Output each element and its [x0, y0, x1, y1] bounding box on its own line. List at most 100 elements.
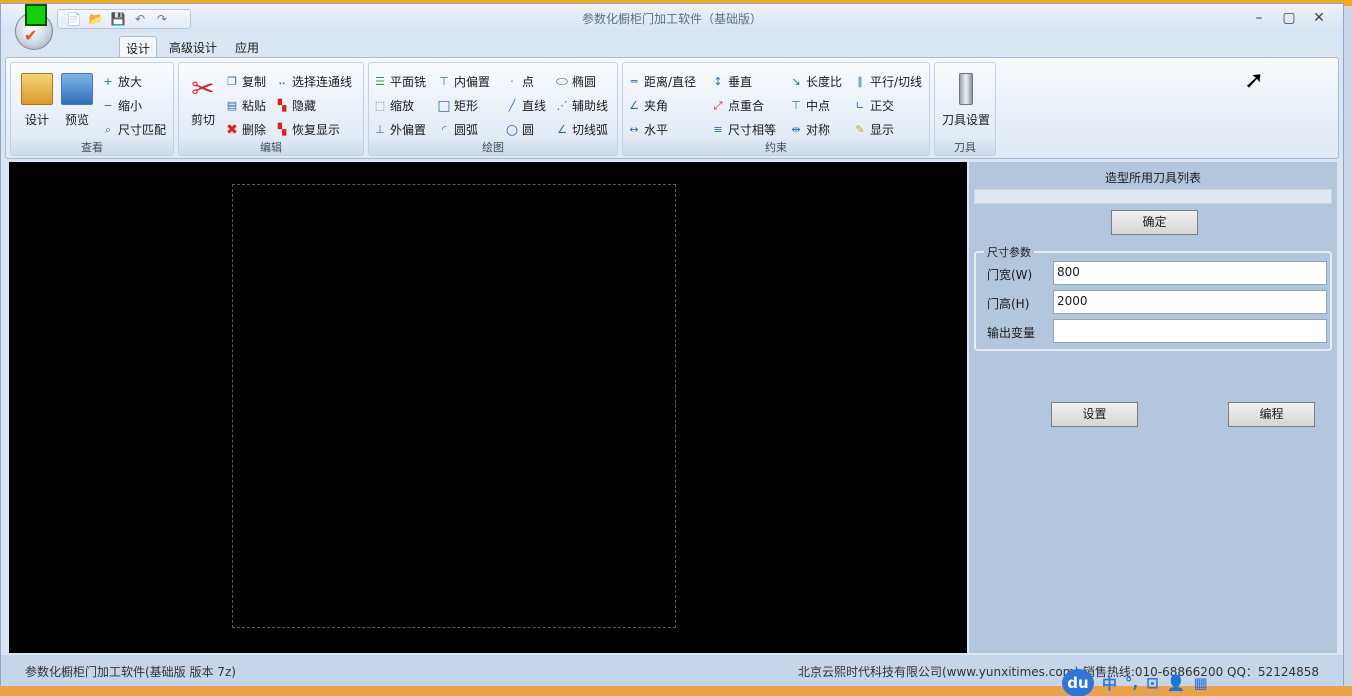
ime-grid-icon[interactable]: ▦	[1193, 674, 1207, 692]
parallel-label: 平行/切线	[870, 75, 923, 89]
rectangle-button[interactable]: □ 矩形	[437, 97, 478, 114]
magnifier-icon: ⌕	[104, 122, 112, 136]
aux-line-icon: ⋰	[556, 99, 568, 112]
midpoint-label: 中点	[806, 99, 831, 113]
equal-size-icon: ≡	[713, 123, 723, 136]
close-button[interactable]: ✕	[1307, 8, 1331, 28]
draw-group: ☰ 平面铣 ⬚ 缩放 ⊥ 外偏置 ⊤ 内偏置 □ 矩形 ◜ 圆弧 · 点 ╱ 直…	[368, 62, 618, 156]
tab-apply[interactable]: 应用	[229, 36, 265, 58]
zoom-in-button[interactable]: + 放大	[101, 73, 142, 90]
rectangle-label: 矩形	[454, 99, 479, 113]
tool-settings-label: 刀具设置	[941, 113, 990, 127]
length-ratio-button[interactable]: ↘ 长度比	[789, 73, 842, 90]
tool-list[interactable]	[974, 189, 1332, 204]
view-group-label: 查看	[11, 139, 173, 155]
maximize-button[interactable]: ▢	[1277, 8, 1301, 28]
save-icon[interactable]: 💾	[110, 12, 126, 26]
zoom-out-icon: −	[103, 99, 113, 112]
ime-punctuation-icon[interactable]: °,	[1125, 674, 1138, 692]
arc-button[interactable]: ◜ 圆弧	[437, 121, 478, 138]
copy-label: 复制	[242, 75, 267, 89]
show-constraints-icon: ✎	[855, 123, 865, 136]
circle-button[interactable]: ○ 圆	[505, 121, 534, 138]
rectangle-icon: □	[437, 97, 451, 114]
show-constraints-button[interactable]: ✎ 显示	[853, 121, 894, 138]
tangent-arc-icon: ∠	[557, 123, 567, 136]
tool-settings-button[interactable]: 刀具设置	[937, 73, 995, 128]
undo-icon[interactable]: ↶	[132, 12, 148, 26]
ime-keyboard-icon[interactable]: ⊡	[1146, 674, 1159, 692]
angle-button[interactable]: ∠ 夹角	[627, 97, 668, 114]
redo-icon[interactable]: ↷	[154, 12, 170, 26]
vertical-button[interactable]: ↕ 垂直	[711, 73, 752, 90]
tab-design[interactable]: 设计	[119, 36, 158, 58]
perpendicular-button[interactable]: ∟ 正交	[853, 97, 894, 114]
fit-size-button[interactable]: ⌕ 尺寸匹配	[101, 121, 166, 138]
ime-user-icon[interactable]: 👤	[1167, 674, 1186, 692]
busy-cursor-icon: ➚	[1244, 66, 1265, 94]
door-height-input[interactable]: 2000	[1053, 290, 1327, 314]
ellipse-label: 椭圆	[572, 75, 597, 89]
view-group: 设计 预览 + 放大 − 缩小 ⌕ 尺寸匹配 查看	[10, 62, 174, 156]
ime-chinese-mode[interactable]: 中	[1102, 673, 1117, 694]
outer-offset-button[interactable]: ⊥ 外偏置	[373, 121, 426, 138]
aux-line-button[interactable]: ⋰ 辅助线	[555, 97, 609, 114]
select-chain-button[interactable]: ⠤ 选择连通线	[275, 73, 352, 90]
plane-mill-button[interactable]: ☰ 平面铣	[373, 73, 426, 90]
inner-offset-button[interactable]: ⊤ 内偏置	[437, 73, 490, 90]
minimize-button[interactable]: –	[1247, 8, 1271, 28]
restore-display-label: 恢复显示	[292, 123, 341, 137]
angle-label: 夹角	[644, 99, 669, 113]
program-button[interactable]: 编程	[1228, 402, 1315, 427]
paste-button[interactable]: ▤ 粘贴	[225, 97, 266, 114]
length-ratio-icon: ↘	[791, 75, 801, 88]
zoom-out-button[interactable]: − 缩小	[101, 97, 142, 114]
tool-list-title: 造型所用刀具列表	[1104, 171, 1201, 185]
confirm-button[interactable]: 确定	[1111, 210, 1198, 235]
size-params-group: 尺寸参数 门宽(W) 800 门高(H) 2000 输出变量	[974, 244, 1332, 351]
scale-button[interactable]: ⬚ 缩放	[373, 97, 414, 114]
parallel-button[interactable]: ∥ 平行/切线	[853, 73, 922, 90]
settings-button[interactable]: 设置	[1051, 402, 1138, 427]
design-button[interactable]: 设计	[15, 73, 59, 128]
horizontal-button[interactable]: ↔ 水平	[627, 121, 668, 138]
new-file-icon[interactable]: 📄	[66, 12, 82, 26]
vertical-label: 垂直	[728, 75, 753, 89]
point-button[interactable]: · 点	[505, 73, 534, 90]
quick-access-toolbar: 📄 📂 💾 ↶ ↷	[57, 9, 191, 29]
equal-size-button[interactable]: ≡ 尺寸相等	[711, 121, 776, 138]
checkmark-icon: ✔	[24, 26, 38, 45]
restore-display-button[interactable]: ▚ 恢复显示	[275, 121, 340, 138]
output-variable-label: 输出变量	[987, 326, 1036, 340]
output-variable-input[interactable]	[1053, 319, 1327, 343]
tab-advanced-design[interactable]: 高级设计	[163, 36, 223, 58]
vertical-icon: ↕	[713, 75, 723, 88]
door-height-label: 门高(H)	[987, 297, 1030, 311]
symmetric-button[interactable]: ⇹ 对称	[789, 121, 830, 138]
edit-group-label: 编辑	[179, 139, 363, 155]
arc-label: 圆弧	[454, 123, 479, 137]
coincident-button[interactable]: ⤢ 点重合	[711, 97, 764, 114]
tool-group: 刀具设置 刀具	[934, 62, 996, 156]
line-icon: ╱	[508, 99, 516, 112]
horizontal-label: 水平	[644, 123, 669, 137]
ellipse-button[interactable]: ⬭ 椭圆	[555, 73, 596, 90]
delete-button[interactable]: ✖ 删除	[225, 121, 266, 138]
symmetric-icon: ⇹	[791, 123, 801, 136]
preview-label: 预览	[64, 113, 89, 127]
tangent-arc-button[interactable]: ∠ 切线弧	[555, 121, 608, 138]
distance-button[interactable]: ═ 距离/直径	[627, 73, 696, 90]
drawing-canvas[interactable]	[9, 162, 967, 653]
zoom-out-label: 缩小	[118, 99, 143, 113]
circle-label: 圆	[522, 123, 535, 137]
cut-button[interactable]: ✂ 剪切	[181, 73, 225, 128]
door-outline	[232, 184, 676, 628]
copy-button[interactable]: ❐ 复制	[225, 73, 266, 90]
baidu-ime-icon[interactable]: du	[1062, 669, 1094, 696]
midpoint-button[interactable]: ⊤ 中点	[789, 97, 830, 114]
preview-button[interactable]: 预览	[55, 73, 99, 128]
door-width-input[interactable]: 800	[1053, 261, 1327, 285]
line-button[interactable]: ╱ 直线	[505, 97, 546, 114]
hide-button[interactable]: ▚ 隐藏	[275, 97, 316, 114]
open-folder-icon[interactable]: 📂	[88, 12, 104, 26]
